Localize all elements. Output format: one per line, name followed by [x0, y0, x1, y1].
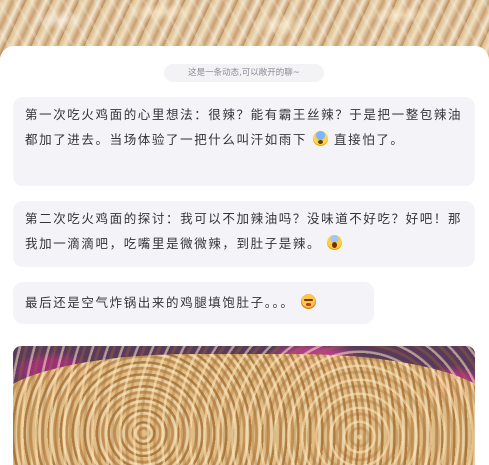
tired-face-icon [300, 294, 316, 309]
screaming-face-icon [327, 235, 343, 250]
fearful-face-icon [313, 131, 329, 146]
message-bubble-2: 第二次吃火鸡面的探讨：我可以不加辣油吗？没味道不好吃？好吧！那我加一滴滴吧，吃嘴… [13, 201, 475, 267]
message-bubble-3: 最后还是空气炸锅出来的鸡腿填饱肚子。。。 [13, 282, 374, 324]
message-bubble-1: 第一次吃火鸡面的心里想法：很辣？能有霸王丝辣？于是把一整包辣油都加了进去。当场体… [13, 97, 475, 186]
post-detail-screen: 这是一条动态,可以敞开的聊~ 第一次吃火鸡面的心里想法：很辣？能有霸王丝辣？于是… [0, 0, 489, 465]
bottom-noodle-photo[interactable] [13, 346, 475, 465]
message-2-text: 第二次吃火鸡面的探讨：我可以不加辣油吗？没味道不好吃？好吧！那我加一滴滴吧，吃嘴… [25, 211, 463, 251]
post-notice-tag: 这是一条动态,可以敞开的聊~ [164, 64, 324, 82]
message-3-text: 最后还是空气炸锅出来的鸡腿填饱肚子。。。 [25, 295, 295, 310]
noodle-texture [13, 346, 475, 465]
message-1-text-after: 直接怕了。 [334, 132, 405, 147]
